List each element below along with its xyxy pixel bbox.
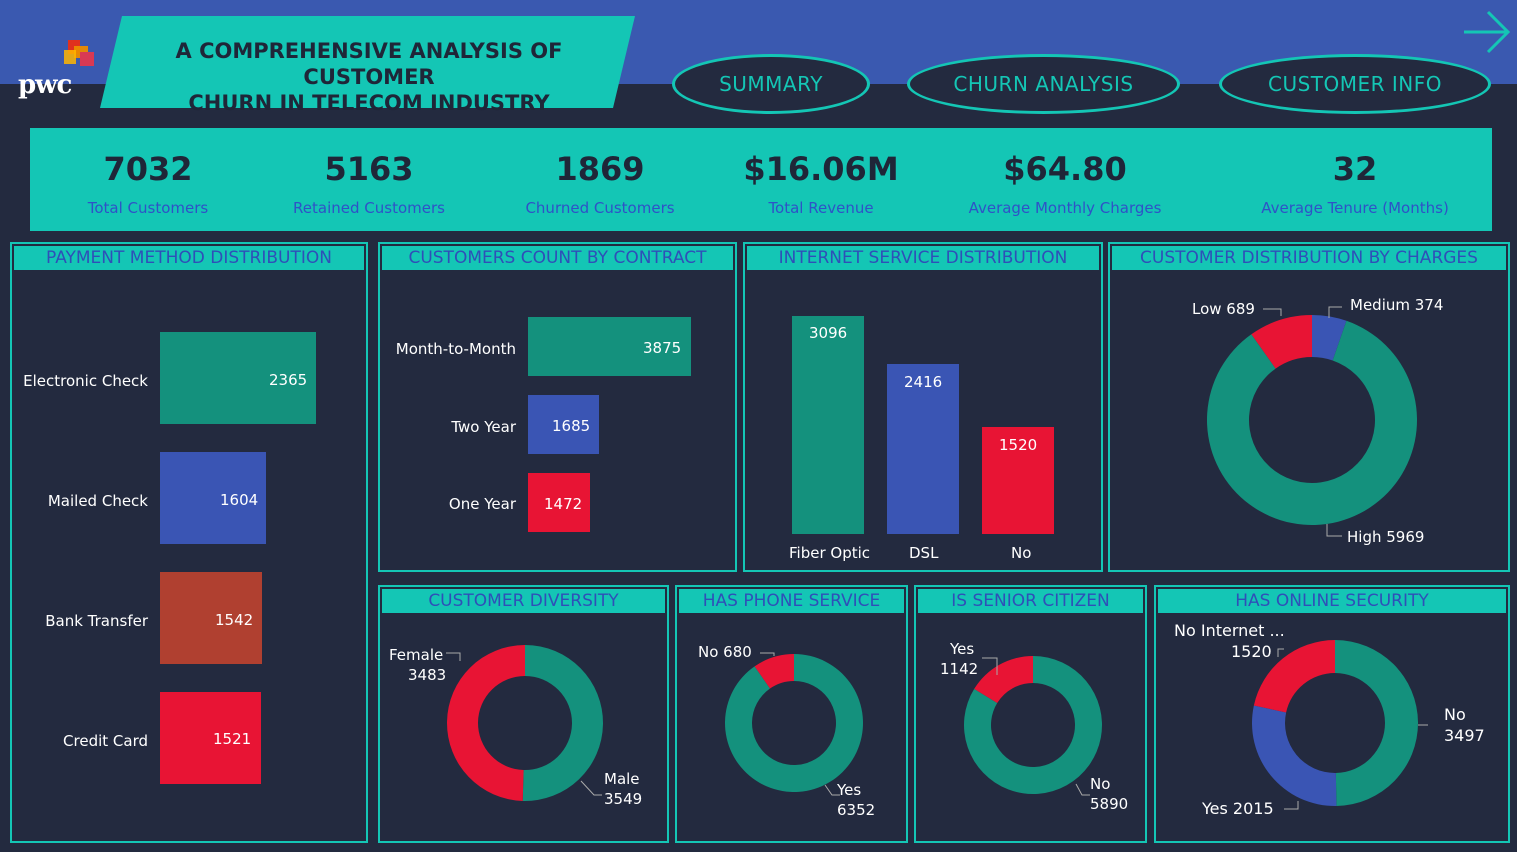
kpi-total-revenue: $16.06M Total Revenue	[716, 128, 926, 231]
donut-label-no: No 680	[698, 643, 752, 661]
donut-label-high: High 5969	[1347, 528, 1425, 546]
nav-churn-analysis-button[interactable]: CHURN ANALYSIS	[907, 54, 1180, 114]
pwc-logo: pwc	[18, 38, 98, 100]
internet-service-panel: INTERNET SERVICE DISTRIBUTION 3096 Fiber…	[743, 242, 1103, 572]
nav-customer-info-button[interactable]: CUSTOMER INFO	[1219, 54, 1491, 114]
kpi-label: Total Customers	[87, 199, 209, 217]
dashboard-title: A COMPREHENSIVE ANALYSIS OF CUSTOMER CHU…	[130, 38, 608, 116]
senior-citizen-panel: IS SENIOR CITIZEN Yes 1142 No 5890	[914, 585, 1147, 843]
bar-value: 3875	[643, 339, 682, 357]
donut-label-medium: Medium 374	[1350, 296, 1444, 314]
panel-title: HAS PHONE SERVICE	[679, 589, 904, 613]
pwc-logo-text: pwc	[18, 70, 72, 100]
kpi-retained-customers: 5163 Retained Customers	[266, 128, 472, 231]
nav-summary-button[interactable]: SUMMARY	[672, 54, 870, 114]
panel-title: CUSTOMER DIVERSITY	[382, 589, 665, 613]
donut-slice-no	[1335, 640, 1418, 806]
kpi-value: $64.80	[1003, 150, 1127, 188]
bar-value: 2416	[904, 373, 943, 391]
panel-title: INTERNET SERVICE DISTRIBUTION	[747, 246, 1099, 270]
bar-value: 1472	[544, 495, 583, 513]
title-line-2: CHURN IN TELECOM INDUSTRY	[188, 91, 550, 115]
panel-title: CUSTOMER DISTRIBUTION BY CHARGES	[1112, 246, 1506, 270]
donut-slice-male	[522, 645, 603, 801]
kpi-label: Retained Customers	[293, 199, 445, 217]
payment-method-panel: PAYMENT METHOD DISTRIBUTION Electronic C…	[10, 242, 368, 843]
donut-label-no-internet: No Internet ...	[1174, 621, 1285, 640]
kpi-value: $16.06M	[743, 150, 899, 188]
donut-value-female: 3483	[408, 666, 447, 684]
bar-value: 1685	[552, 417, 591, 435]
bar-label: DSL	[909, 544, 939, 562]
kpi-value: 7032	[103, 150, 193, 188]
donut-label-yes: Yes	[837, 781, 862, 799]
donut-label-no: No	[1090, 775, 1111, 793]
donut-slice-female	[446, 645, 525, 801]
bar-label: One Year	[448, 495, 516, 513]
donut-value-yes: 1142	[940, 660, 979, 678]
donut-value-no: 5890	[1090, 795, 1129, 813]
kpi-total-customers: 7032 Total Customers	[30, 128, 266, 231]
kpi-avg-monthly-charges: $64.80 Average Monthly Charges	[935, 128, 1195, 231]
title-line-1: A COMPREHENSIVE ANALYSIS OF CUSTOMER	[175, 39, 563, 89]
kpi-label: Churned Customers	[525, 199, 675, 217]
bar-label: Electronic Check	[23, 372, 148, 390]
pwc-logo-icon	[64, 40, 94, 66]
donut-label-yes: Yes	[950, 640, 975, 658]
kpi-value: 32	[1332, 150, 1378, 188]
donut-label-male: Male	[604, 770, 640, 788]
bar-fiber-optic	[792, 316, 864, 534]
kpi-label: Average Tenure (Months)	[1261, 199, 1449, 217]
panel-title: CUSTOMERS COUNT BY CONTRACT	[382, 246, 733, 270]
kpi-label: Average Monthly Charges	[968, 199, 1162, 217]
donut-value-male: 3549	[604, 790, 643, 808]
donut-value-no: 3497	[1444, 726, 1485, 745]
bar-label: Bank Transfer	[45, 612, 148, 630]
bar-value: 1604	[220, 491, 259, 509]
kpi-churned-customers: 1869 Churned Customers	[496, 128, 704, 231]
bar-label: Credit Card	[63, 732, 148, 750]
arrow-right-icon[interactable]	[1462, 8, 1512, 56]
bar-label: No	[1011, 544, 1032, 562]
donut-label-yes: Yes 2015	[1202, 799, 1274, 818]
bar-value: 2365	[269, 371, 308, 389]
bar-label: Month-to-Month	[395, 340, 516, 358]
bar-label: Mailed Check	[47, 492, 148, 510]
kpi-value: 1869	[555, 150, 645, 188]
bar-value: 1521	[213, 730, 252, 748]
bar-label: Fiber Optic	[789, 544, 871, 562]
panel-title: PAYMENT METHOD DISTRIBUTION	[14, 246, 364, 270]
bar-value: 1520	[999, 436, 1038, 454]
phone-service-panel: HAS PHONE SERVICE No 680 Yes 6352	[675, 585, 908, 843]
donut-label-no: No	[1444, 705, 1466, 724]
kpi-value: 5163	[324, 150, 414, 188]
contract-panel: CUSTOMERS COUNT BY CONTRACT Month-to-Mon…	[378, 242, 737, 572]
bar-label: Two Year	[451, 418, 516, 436]
donut-value-no-internet: 1520	[1231, 642, 1272, 661]
donut-slice-yes	[1252, 705, 1337, 806]
title-banner: A COMPREHENSIVE ANALYSIS OF CUSTOMER CHU…	[100, 16, 635, 115]
bar-value: 1542	[215, 611, 254, 629]
kpi-label: Total Revenue	[768, 199, 874, 217]
donut-label-low: Low 689	[1192, 300, 1255, 318]
charges-donut	[1207, 306, 1417, 537]
panel-title: HAS ONLINE SECURITY	[1158, 589, 1506, 613]
panel-title: IS SENIOR CITIZEN	[918, 589, 1143, 613]
donut-label-female: Female	[389, 646, 444, 664]
customer-diversity-panel: CUSTOMER DIVERSITY Female 3483 Male 3549	[378, 585, 669, 843]
kpi-avg-tenure: 32 Average Tenure (Months)	[1220, 128, 1490, 231]
bar-value: 3096	[809, 324, 848, 342]
charges-panel: CUSTOMER DISTRIBUTION BY CHARGES Low 689…	[1108, 242, 1510, 572]
donut-value-yes: 6352	[837, 801, 876, 819]
online-security-panel: HAS ONLINE SECURITY No Internet ... 1520…	[1154, 585, 1510, 843]
kpi-strip: 7032 Total Customers 5163 Retained Custo…	[30, 128, 1492, 231]
